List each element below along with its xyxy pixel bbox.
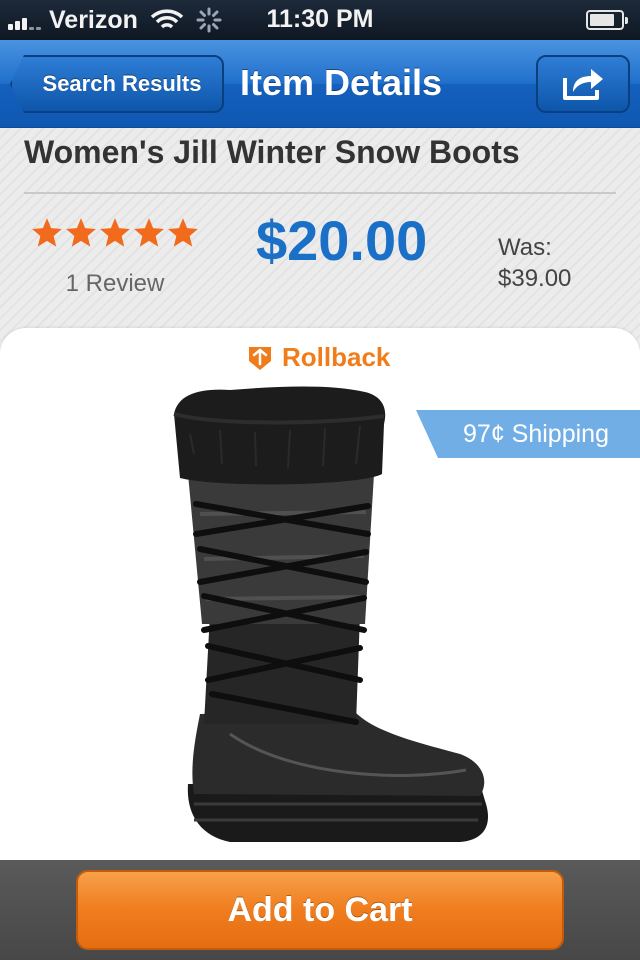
title-divider [24,192,616,194]
bottom-toolbar: Add to Cart [0,860,640,960]
product-details: Women's Jill Winter Snow Boots 1 Review … [0,128,640,868]
battery-icon [586,10,628,30]
product-image-card: Rollback 97¢ Shipping [0,328,640,868]
was-label: Was: [498,234,552,261]
rating-stars[interactable] [30,216,200,250]
nav-bar: Search Results Item Details [0,40,640,128]
add-to-cart-button[interactable]: Add to Cart [76,870,564,950]
star-icon [32,218,62,247]
rollback-badge: Rollback [246,342,390,373]
product-title: Women's Jill Winter Snow Boots [24,134,520,170]
shipping-tag: 97¢ Shipping [416,410,640,458]
status-bar: Verizon 11:30 PM [0,0,640,40]
current-price: $20.00 [256,209,428,272]
page-title: Item Details [240,62,443,103]
star-icon [100,218,130,247]
share-icon [563,69,603,100]
share-button[interactable] [536,55,630,113]
status-time: 11:30 PM [266,5,374,33]
back-button[interactable]: Search Results [10,55,224,113]
star-icon [168,218,198,247]
star-icon [134,218,164,247]
rollback-tag-icon [249,346,271,370]
star-icon [66,218,96,247]
rollback-label: Rollback [282,342,391,372]
review-count-link[interactable]: 1 Review [30,270,200,298]
back-button-label: Search Results [42,71,202,96]
was-price: $39.00 [498,265,572,292]
